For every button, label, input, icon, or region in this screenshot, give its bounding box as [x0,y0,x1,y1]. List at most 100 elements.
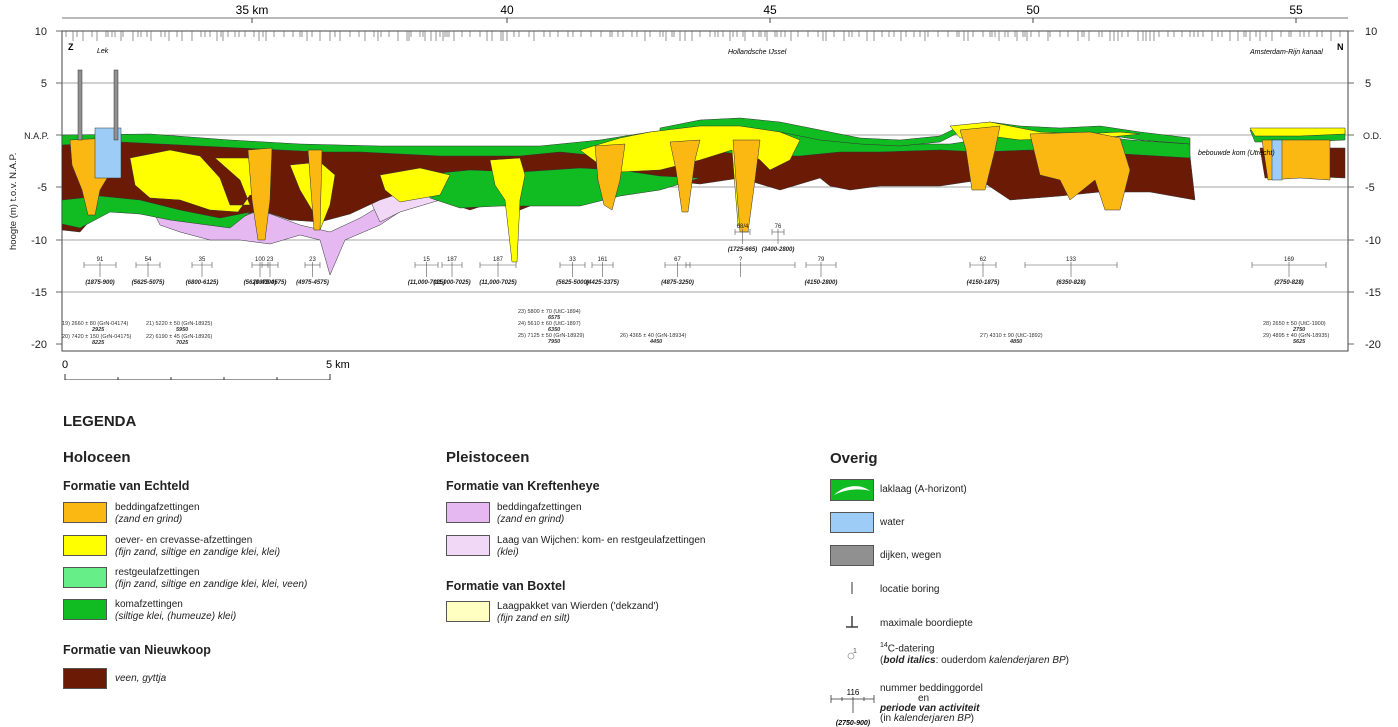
dating-age: 7025 [176,340,189,346]
boring-locations [65,31,1341,41]
y-tick: 5 [41,78,47,90]
swatch-echteld-kom [63,599,107,620]
label: Laagpakket van Wierden ('dekzand') [497,601,659,612]
belt-number: 23 [267,257,274,263]
y-tick: 10 [35,26,47,38]
legend-title: LEGENDA [63,413,137,430]
belt-marker: 161 (4425-3375) [586,257,619,286]
legend-item-dijken: dijken, wegen [880,550,942,561]
y-tick: 5 [1365,78,1371,90]
belt-marker: 187 (11,000-7025) [479,257,516,286]
label: komafzettingen [115,599,183,610]
km-tick-label: 40 [500,3,514,17]
belt-age: (4425-3375) [586,280,619,286]
legend-item-nieuwkoop: veen, gyttja [115,673,166,685]
nieuwkoop-title: Formatie van Nieuwkoop [63,643,211,657]
y-tick: -5 [37,182,47,194]
place-label-lek: Lek [97,48,109,55]
y-tick: -5 [1365,182,1375,194]
belt-number: 23 [309,257,316,263]
belt-age: (1725-665) [728,247,757,253]
belt-marker: 68/4 (1725-665) [728,224,757,253]
belt-number: 187 [447,257,458,263]
gordel-label3-end: ) [970,713,974,724]
bedding-8 [1029,131,1131,211]
geology [61,69,1346,276]
overig-title: Overig [830,450,878,467]
echteld-title: Formatie van Echteld [63,479,190,493]
belt-number: 62 [980,257,987,263]
belt-marker: 54 (5625-5075) [132,257,165,286]
end-south: Z [68,42,74,52]
bedding-6 [732,139,761,233]
belt-number: 187 [493,257,504,263]
scale-bar [64,374,331,380]
belt-age: (5625-5075) [132,280,165,286]
legend-item-echteld-restgeul: restgeulafzettingen (fijn zand, siltige … [115,567,307,591]
belt-marker: 23 (4975-4575) [296,257,329,286]
km-tick-label: 55 [1289,3,1303,17]
belt-marker: 133 (6350-828) [1024,257,1118,286]
label: veen, gyttja [115,673,167,684]
legend-item-echteld-kom: komafzettingen (siltige klei, (humeuze) … [115,599,236,623]
belt-marker: 33 (5625-5000) [556,257,589,286]
belt-marker: 67 (4875-3250) [661,257,694,286]
legend-item-boring: locatie boring [880,584,940,595]
legend-item-wijchen: Laag van Wijchen: kom- en restgeulafzett… [497,535,705,559]
legend-item-boordiepte: maximale boordiepte [880,618,973,629]
belt-number: 133 [1066,257,1077,263]
belt-marker: 169 (2750-828) [1251,257,1327,286]
belt-number: 76 [775,224,782,230]
dating-age: 4850 [1009,339,1022,345]
sublabel: (fijn zand, siltige en zandige klei, kle… [115,579,308,590]
belt-age: (11,000-7025) [433,280,470,286]
gordel-label3: (in [880,713,894,724]
sublabel: (fijn zand en silt) [497,613,570,624]
belt-age: (4150-2800) [805,280,838,286]
y-tick: -10 [1365,235,1381,247]
laklaag-swatch [830,479,874,501]
swatch-echteld-restgeul [63,567,107,588]
sublabel: (zand en grind) [115,514,183,525]
y-tick: 10 [1365,26,1377,38]
km-axis: 35 km 40 45 50 55 [236,3,1303,23]
belt-marker: 79 (4150-2800) [805,257,838,286]
dating-age: 5625 [1293,339,1306,345]
km-tick-label: 45 [763,3,777,17]
swatch-wijchen [446,535,490,556]
legend-item-kreftenheye-bedding: beddingafzettingen (zand en grind) [497,502,582,526]
belt-age: (6350-828) [1056,280,1085,286]
belt-age: (11,000-7025) [479,280,516,286]
place-label-ijssel: Hollandsche IJssel [728,49,787,56]
y-tick: -20 [31,339,47,351]
belt-number: 33 [569,257,576,263]
place-label-utrecht: bebouwde kom (Utrecht) [1198,150,1275,157]
y-axis-left: 10 5 N.A.P. -5 -10 -15 -20 [24,26,49,351]
belt-age: (3400-2800) [762,247,795,253]
c14-sup: 14 [880,642,888,649]
c14-bold: bold italics [883,655,936,667]
end-north: N [1337,42,1344,52]
gordel-symbol: 116 (2750-900) [830,688,875,727]
dating-age: 2925 [91,327,105,333]
dating-notes: 19) 2660 ± 80 (GrN-04174)292520) 7420 ± … [62,309,1329,346]
boring-icon [851,582,853,594]
label: beddingafzettingen [115,502,200,513]
belt-number: 67 [674,257,681,263]
belt-marker: 91 (1875-900) [83,257,117,286]
cross-section: 35 km 40 45 50 55 10 5 N.A.P. -5 -10 -15 -20… [8,3,1382,380]
label: oever- en crevasse-afzettingen [115,535,253,546]
belt-number: 15 [423,257,430,263]
legend-item-wierden: Laagpakket van Wierden ('dekzand') (fijn… [497,601,659,625]
legend-item-water: water [880,517,905,528]
belt-age: (1875-900) [85,280,114,286]
swatch-nieuwkoop [63,668,107,689]
swatch-dijken [830,545,874,566]
holoceen-title: Holoceen [63,449,131,466]
swatch-kreftenheye-bedding [446,502,490,523]
belt-number: 79 [818,257,825,263]
place-label-ark: Amsterdam-Rijn kanaal [1249,49,1323,56]
y-tick: -15 [1365,287,1381,299]
scale-start: 0 [62,359,68,371]
belt-number: 100 [255,257,266,263]
